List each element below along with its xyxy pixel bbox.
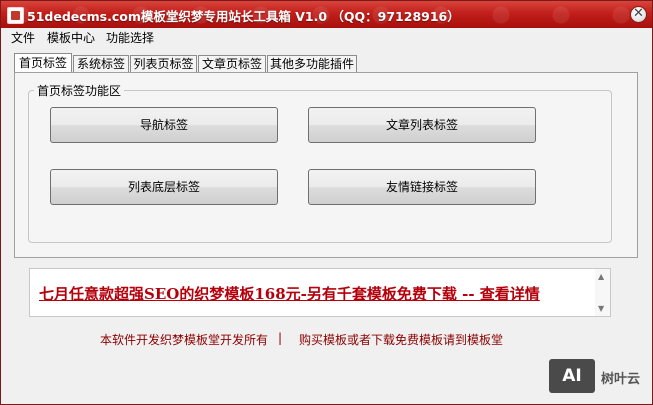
footer-buy-link[interactable]: 购买模板或者下载免费模板请到模板堂 <box>299 331 503 348</box>
watermark-logo: AI <box>549 359 595 393</box>
article-list-tag-button[interactable]: 文章列表标签 <box>308 107 536 143</box>
menu-template-center[interactable]: 模板中心 <box>47 29 95 46</box>
tab-multi-plugins[interactable]: 其他多功能插件 <box>267 55 357 72</box>
list-bottom-tag-button[interactable]: 列表底层标签 <box>50 169 278 205</box>
scroll-down-icon[interactable]: ▼ <box>598 304 604 313</box>
footer-copyright: 本软件开发织梦模板堂开发所有 <box>100 333 269 347</box>
tab-home-tags[interactable]: 首页标签 <box>14 53 72 72</box>
watermark-text: 树叶云 <box>601 372 641 387</box>
ad-scrollbar[interactable]: ▲ ▼ <box>595 269 610 316</box>
ad-link[interactable]: 七月任意款超强SEO的织梦模板168元-另有千套模板免费下载 -- 查看详情 <box>39 283 540 304</box>
tab-list-page-tags[interactable]: 列表页标签 <box>130 55 197 72</box>
nav-tag-button[interactable]: 导航标签 <box>50 107 278 143</box>
watermark: AI 树叶云 <box>549 359 649 393</box>
menu-bar: 文件 模板中心 功能选择 <box>1 28 652 46</box>
footer-separator: | <box>278 331 283 345</box>
tab-system-tags[interactable]: 系统标签 <box>73 55 129 72</box>
window-title: 51dedecms.com模板堂织梦专用站长工具箱 V1.0 （QQ：97128… <box>27 9 460 24</box>
menu-file[interactable]: 文件 <box>11 29 35 46</box>
group-title: 首页标签功能区 <box>34 82 125 99</box>
menu-function-select[interactable]: 功能选择 <box>106 29 154 46</box>
tab-article-page-tags[interactable]: 文章页标签 <box>198 55 266 72</box>
close-icon: ✕ <box>633 6 644 21</box>
close-button[interactable]: ✕ <box>630 6 647 23</box>
title-bar[interactable]: 51dedecms.com模板堂织梦专用站长工具箱 V1.0 （QQ：97128… <box>1 1 652 29</box>
app-window: 51dedecms.com模板堂织梦专用站长工具箱 V1.0 （QQ：97128… <box>0 0 653 405</box>
friend-link-tag-button[interactable]: 友情链接标签 <box>308 169 536 205</box>
scroll-up-icon[interactable]: ▲ <box>598 272 604 281</box>
app-icon <box>7 7 24 24</box>
